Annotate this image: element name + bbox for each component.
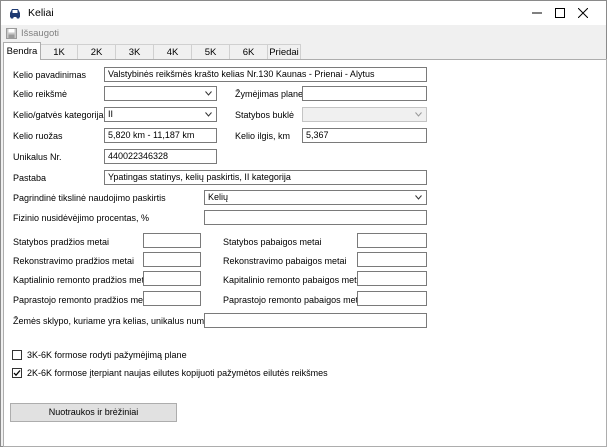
- kelio-pavadinimas-field[interactable]: Valstybinės reikšmės krašto kelias Nr.13…: [104, 67, 427, 82]
- kapitalinio-pabaigos-field[interactable]: [357, 271, 427, 286]
- photos-drawings-button[interactable]: Nuotraukos ir brėžiniai: [10, 403, 177, 422]
- tab-6k[interactable]: 6K: [229, 44, 268, 60]
- tab-3k[interactable]: 3K: [115, 44, 154, 60]
- rekonstravimo-pradzios-field[interactable]: [143, 252, 201, 267]
- zemes-sklypo-label: Žemės sklypo, kuriame yra kelias, unikal…: [13, 316, 219, 326]
- paskirtis-dropdown[interactable]: Kelių: [204, 190, 427, 205]
- zymejimas-plane-label: Žymėjimas plane: [235, 89, 304, 99]
- chevron-down-icon: [205, 91, 212, 96]
- chevron-down-icon: [415, 112, 422, 117]
- tab-priedai[interactable]: Priedai: [267, 44, 301, 60]
- rekonstravimo-pabaigos-field[interactable]: [357, 252, 427, 267]
- kapitalinio-pabaigos-label: Kapitalinio remonto pabaigos metai: [223, 275, 364, 285]
- tab-2k[interactable]: 2K: [77, 44, 116, 60]
- paprastojo-pradzios-label: Paprastojo remonto pradžios metai: [13, 295, 153, 305]
- unikalus-nr-label: Unikalus Nr.: [13, 152, 62, 162]
- copy-values-checkbox[interactable]: [12, 368, 22, 378]
- nusidevejimas-label: Fizinio nusidėvėjimo procentas, %: [13, 213, 150, 223]
- rekonstravimo-pabaigos-label: Rekonstravimo pabaigos metai: [223, 256, 347, 266]
- kapitalinio-pradzios-label: Kaptialinio remonto pradžios metai: [13, 275, 152, 285]
- statybos-pabaigos-label: Statybos pabaigos metai: [223, 237, 322, 247]
- tab-bendra[interactable]: Bendra: [3, 42, 41, 60]
- chevron-down-icon: [415, 195, 422, 200]
- statybos-pradzios-label: Statybos pradžios metai: [13, 237, 110, 247]
- car-icon: [10, 9, 20, 19]
- zymejimas-plane-field[interactable]: [302, 86, 427, 101]
- kategorija-value: II: [108, 109, 114, 119]
- kategorija-dropdown[interactable]: II: [104, 107, 217, 122]
- tab-strip: Bendra 1K 2K 3K 4K 5K 6K Priedai: [1, 42, 606, 60]
- copy-values-label: 2K-6K formose įterpiant naujas eilutes k…: [27, 368, 328, 378]
- paprastojo-pabaigos-field[interactable]: [357, 291, 427, 306]
- kelio-reiksme-dropdown[interactable]: [104, 86, 217, 101]
- kapitalinio-pradzios-field[interactable]: [143, 271, 201, 286]
- unikalus-nr-field[interactable]: 440022346328: [104, 149, 217, 164]
- kelio-ilgis-label: Kelio ilgis, km: [235, 131, 291, 141]
- bendra-panel: Kelio pavadinimas Valstybinės reikšmės k…: [3, 59, 607, 447]
- tab-5k[interactable]: 5K: [191, 44, 230, 60]
- close-button[interactable]: [560, 1, 606, 25]
- tab-1k[interactable]: 1K: [40, 44, 78, 60]
- statybos-pabaigos-field[interactable]: [357, 233, 427, 248]
- kelio-reiksme-label: Kelio reikšmė: [13, 89, 68, 99]
- chevron-down-icon: [205, 112, 212, 117]
- paskirtis-label: Pagrindinė tikslinė naudojimo paskirtis: [13, 193, 166, 203]
- show-marking-label: 3K-6K formose rodyti pažymėjimą plane: [27, 350, 187, 360]
- statybos-bukle-label: Statybos buklė: [235, 110, 295, 120]
- kelio-pavadinimas-label: Kelio pavadinimas: [13, 70, 87, 80]
- paprastojo-pradzios-field[interactable]: [143, 291, 201, 306]
- statybos-bukle-dropdown[interactable]: [302, 107, 427, 122]
- keliai-window: Keliai Išsaugoti Bendra 1K 2K 3K 4K 5K 6…: [0, 0, 607, 447]
- nusidevejimas-field[interactable]: [204, 210, 427, 225]
- tab-4k[interactable]: 4K: [153, 44, 192, 60]
- kelio-ilgis-field[interactable]: 5,367: [302, 128, 427, 143]
- statybos-pradzios-field[interactable]: [143, 233, 201, 248]
- save-button[interactable]: Išsaugoti: [21, 28, 59, 39]
- kelio-ruozas-label: Kelio ruožas: [13, 131, 63, 141]
- zemes-sklypo-field[interactable]: [204, 313, 427, 328]
- title-bar: Keliai: [1, 1, 606, 25]
- checkmark-icon: [13, 370, 21, 377]
- pastaba-label: Pastaba: [13, 173, 47, 183]
- kelio-ruozas-field[interactable]: 5,820 km - 11,187 km: [104, 128, 217, 143]
- window-title: Keliai: [28, 7, 54, 19]
- close-icon: [578, 8, 588, 18]
- kategorija-label: Kelio/gatvės kategorija: [13, 110, 104, 120]
- show-marking-checkbox[interactable]: [12, 350, 22, 360]
- paprastojo-pabaigos-label: Paprastojo remonto pabaigos metai: [223, 295, 366, 305]
- rekonstravimo-pradzios-label: Rekonstravimo pradžios metai: [13, 256, 135, 266]
- paskirtis-value: Kelių: [208, 192, 229, 202]
- toolbar: Išsaugoti: [1, 25, 606, 42]
- pastaba-field[interactable]: Ypatingas statinys, kelių paskirtis, II …: [104, 170, 427, 185]
- save-icon: [6, 28, 17, 39]
